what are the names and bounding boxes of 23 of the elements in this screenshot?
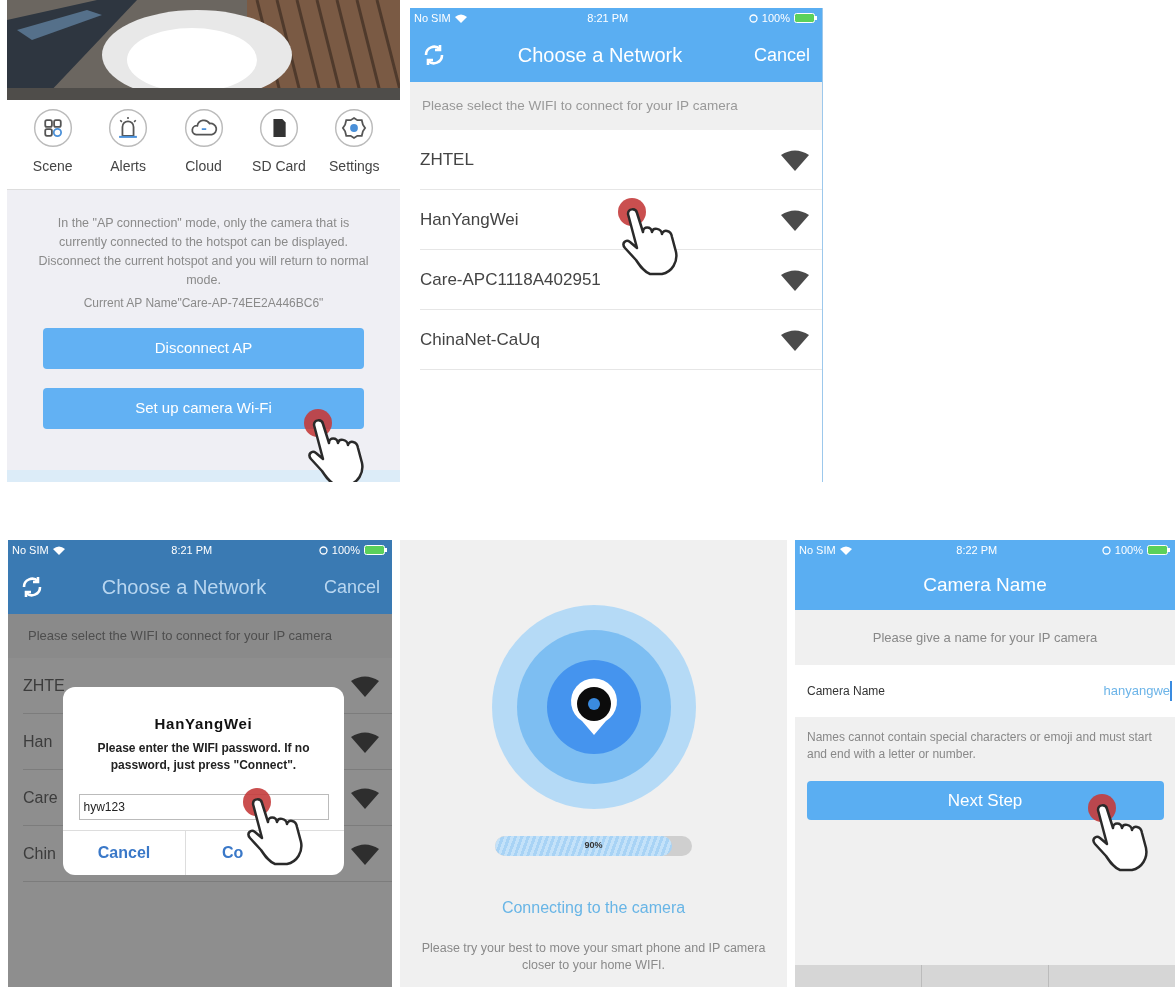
name-prompt: Please give a name for your IP camera — [872, 628, 1098, 647]
battery-percent: 100% — [331, 542, 360, 558]
ap-name-label: Current AP Name"Care-AP-74EE2A446BC6" — [83, 295, 324, 312]
wifi-prompt: Please select the WIFI to connect for your IP camera — [422, 96, 738, 115]
progress-percent: 90% — [583, 839, 604, 853]
status-time: 8:22 PM — [956, 542, 998, 558]
screen-title: Choose a Network — [101, 575, 267, 600]
carrier-label: No SIM — [12, 542, 49, 558]
ap-mode-notice: In the "AP connection" mode, only the camera that is currently connected to the hotspot can be displayed. Disconnect the current hotspot and you will return to normal mode. — [37, 215, 370, 289]
dialog-message: Please enter the WIFI password. If no password, just press "Connect". — [96, 739, 311, 774]
dialog-title: HanYangWei — [154, 714, 253, 734]
carrier-label: No SIM — [799, 542, 836, 558]
status-time: 8:21 PM — [171, 542, 213, 558]
screen-title: Camera Name — [923, 572, 1047, 597]
battery-percent: 100% — [1114, 542, 1143, 558]
connecting-hint: Please try your best to move your smart phone and IP camera closer to your home WIFI. — [420, 940, 767, 974]
naming-rules-note: Names cannot contain special characters or emoji and must start and end with a letter or number. — [806, 729, 1153, 763]
connecting-status: Connecting to the camera — [501, 898, 686, 918]
wifi-prompt: Please select the WIFI to connect for your IP camera — [28, 627, 332, 646]
battery-percent: 100% — [761, 10, 790, 26]
status-time: 8:21 PM — [587, 10, 629, 26]
screen-title: Choose a Network — [517, 43, 683, 68]
carrier-label: No SIM — [414, 10, 451, 26]
